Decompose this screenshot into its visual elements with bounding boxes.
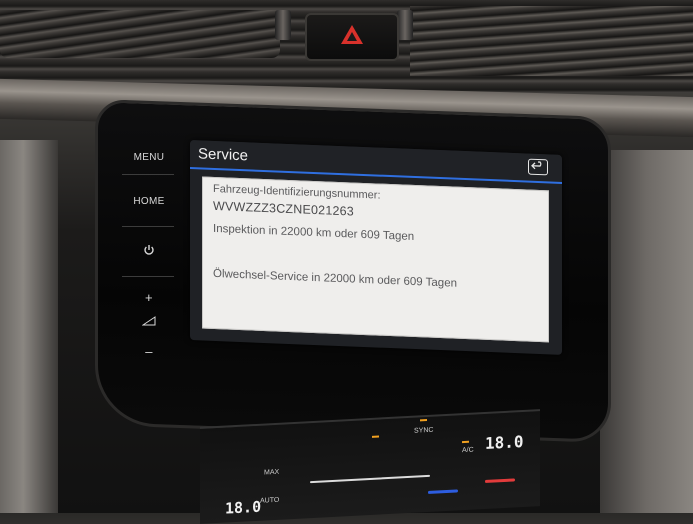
volume-ramp-icon	[141, 316, 156, 326]
back-button[interactable]	[528, 158, 548, 176]
left-temperature: 18.0	[225, 497, 262, 518]
dashboard-side-right	[600, 150, 693, 513]
home-button[interactable]: HOME	[116, 196, 182, 207]
fan-led	[372, 435, 379, 438]
left-air-vent	[0, 10, 280, 58]
back-icon	[531, 161, 542, 170]
sync-button[interactable]: SYNC	[414, 427, 433, 435]
auto-button[interactable]: AUTO	[260, 497, 279, 505]
climate-panel: SYNC A/C 18.0 MAX AUTO 18.0	[200, 409, 540, 524]
hazard-warning-icon	[341, 25, 363, 44]
service-info-panel: Fahrzeug-Identifizierungsnummer: WVWZZZ3…	[202, 176, 549, 343]
vin-value: WVWZZZ3CZNE021263	[213, 198, 354, 219]
dashboard-side-left	[0, 140, 58, 513]
inspection-info: Inspektion in 22000 km oder 609 Tagen	[213, 222, 415, 244]
hazard-button[interactable]	[305, 13, 399, 61]
menu-button[interactable]: MENU	[116, 152, 182, 163]
volume-down-button[interactable]: –	[116, 344, 182, 359]
page-title: Service	[198, 145, 249, 165]
volume-icon-button	[116, 316, 182, 329]
side-button-column: MENU HOME + –	[116, 148, 186, 388]
vent-knob-right[interactable]	[397, 10, 413, 40]
fan-slider[interactable]	[310, 474, 430, 484]
side-divider	[122, 276, 174, 277]
right-air-vent	[410, 6, 693, 76]
ac-led	[462, 440, 469, 444]
vent-knob-left[interactable]	[275, 10, 291, 40]
volume-up-button[interactable]: +	[116, 290, 182, 305]
power-icon	[144, 245, 154, 255]
max-defrost-button[interactable]: MAX	[264, 469, 279, 477]
side-divider	[122, 174, 174, 175]
sync-led	[420, 419, 427, 422]
oil-service-info: Ölwechsel-Service in 22000 km oder 609 T…	[213, 267, 457, 290]
ac-button[interactable]: A/C	[462, 447, 474, 455]
service-screen: Service Fahrzeug-Identifizierungsnummer:…	[190, 140, 562, 355]
vin-label: Fahrzeug-Identifizierungsnummer:	[213, 182, 381, 202]
temperature-bar-warm	[485, 478, 515, 483]
power-button[interactable]	[116, 244, 182, 259]
right-temperature: 18.0	[485, 431, 524, 453]
side-divider	[122, 226, 174, 227]
temperature-bar-cold	[428, 489, 458, 494]
